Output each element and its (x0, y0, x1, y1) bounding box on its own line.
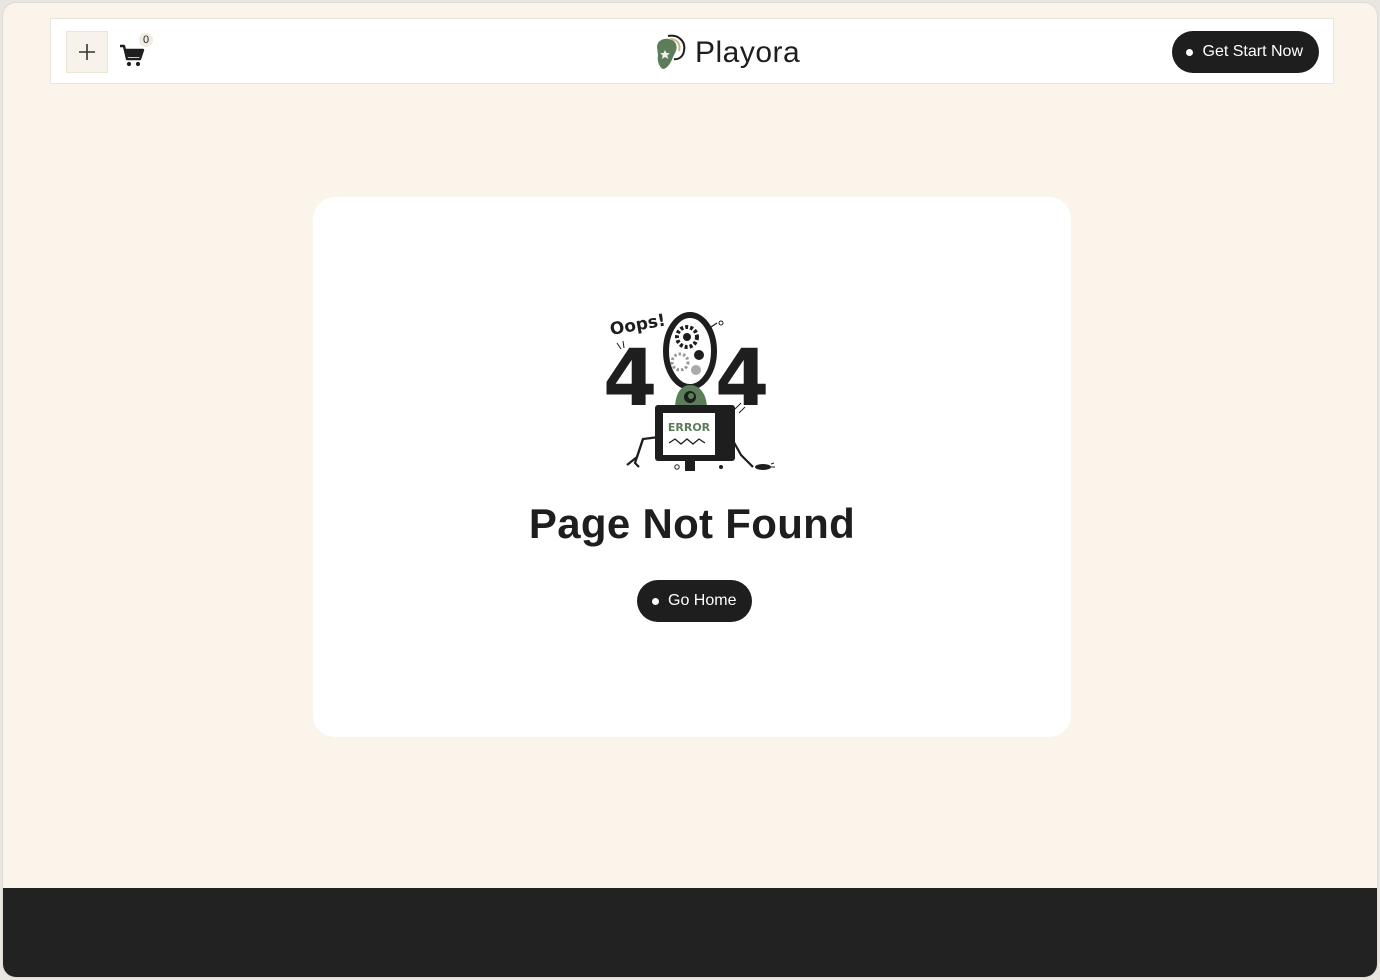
cart-button[interactable]: 0 (119, 33, 159, 71)
go-home-button[interactable]: Go Home (637, 580, 753, 622)
playora-logo-icon (657, 34, 686, 69)
plus-icon (79, 44, 95, 60)
illustration-error-text: ERROR (668, 421, 711, 434)
error-card: Oops! 4 4 ERROR Page Not Found Go Home (313, 197, 1071, 737)
bullet-dot-icon (1185, 48, 1193, 56)
site-header: 0 Playora Get Start Now (50, 18, 1334, 84)
cart-count-badge: 0 (139, 33, 153, 47)
page-title: Page Not Found (528, 500, 856, 547)
get-start-now-label: Get Start Now (1202, 43, 1303, 60)
go-home-label: Go Home (668, 592, 737, 609)
bullet-dot-icon (652, 597, 659, 605)
brand-logo[interactable]: Playora (651, 31, 800, 75)
brand-name: Playora (695, 36, 801, 69)
menu-button[interactable] (66, 31, 108, 73)
cart-icon (120, 44, 145, 67)
browser-frame: 0 Playora Get Start Now Oops! 4 4 ERROR … (2, 2, 1378, 978)
404-error-illustration-icon: Oops! 4 4 ERROR (603, 310, 775, 471)
illustration-404-left-digit: 4 (603, 334, 657, 424)
get-start-now-button[interactable]: Get Start Now (1171, 31, 1319, 73)
site-footer (3, 888, 1377, 977)
